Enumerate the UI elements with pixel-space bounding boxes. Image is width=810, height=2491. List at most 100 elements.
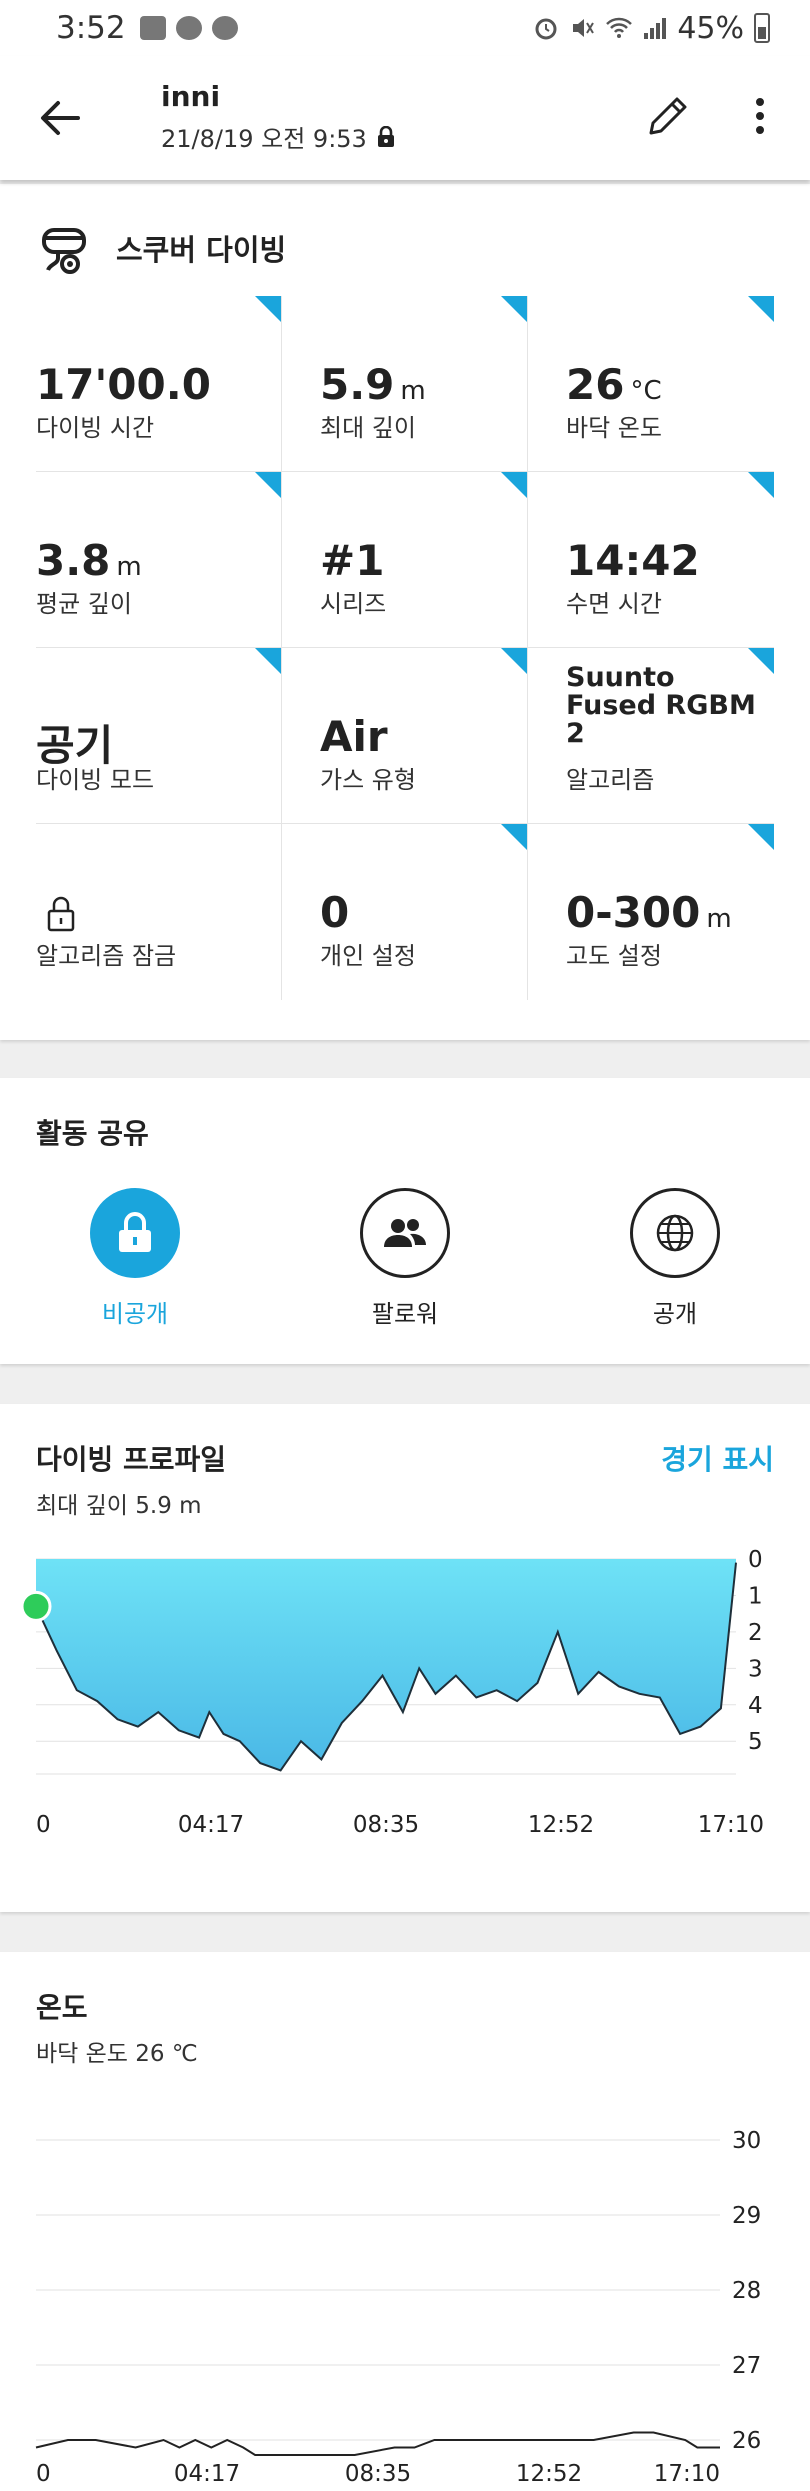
profile-subtitle: 최대 깊이 5.9 m bbox=[36, 1493, 202, 1519]
battery-level: 45% bbox=[677, 10, 744, 46]
y-tick-label: 2 bbox=[748, 1620, 763, 1646]
corner-marker bbox=[255, 648, 281, 674]
stat-unit: m bbox=[400, 376, 426, 406]
share-private-button[interactable] bbox=[90, 1188, 180, 1278]
user-name: inni bbox=[161, 80, 221, 113]
corner-marker bbox=[255, 472, 281, 498]
y-tick-label: 1 bbox=[748, 1583, 763, 1609]
dive-profile-card: 다이빙 프로파일 경기 표시 최대 깊이 5.9 m 0 1 2 3 4 5 0 04:17… bbox=[0, 1404, 810, 1912]
corner-marker bbox=[748, 296, 774, 322]
y-tick-label: 0 bbox=[748, 1547, 763, 1573]
corner-marker bbox=[748, 824, 774, 850]
y-tick-label: 30 bbox=[732, 2128, 761, 2154]
stat-label: 최대 깊이 bbox=[320, 414, 416, 442]
share-followers-option[interactable]: 팔로워 bbox=[325, 1188, 485, 1329]
corner-marker bbox=[501, 472, 527, 498]
x-tick-label: 0 bbox=[36, 2461, 51, 2487]
stat-gas-type[interactable]: Air 가스 유형 bbox=[282, 648, 528, 824]
alarm-icon bbox=[535, 18, 557, 40]
system-icons: 45% bbox=[533, 11, 770, 46]
gallery-icon bbox=[139, 16, 166, 40]
corner-marker bbox=[501, 296, 527, 322]
stat-label: 개인 설정 bbox=[320, 942, 416, 970]
y-tick-label: 5 bbox=[748, 1729, 763, 1755]
temperature-chart[interactable]: 30 29 28 27 26 0 04:17 08:35 12:52 17:10 bbox=[0, 2071, 810, 2491]
stat-label: 시리즈 bbox=[320, 590, 387, 618]
share-title: 활동 공유 bbox=[36, 1117, 149, 1150]
stat-label: 알고리즘 잠금 bbox=[36, 942, 177, 970]
globe-icon bbox=[656, 1214, 694, 1252]
stat-value: 17'00.0 bbox=[36, 360, 211, 409]
dive-summary-card: 스쿠버 다이빙 17'00.0 다이빙 시간 5.9 m 최대 깊이 26 °C 바… bbox=[0, 184, 810, 1040]
share-private-label: 비공개 bbox=[101, 1300, 169, 1328]
y-tick-label: 27 bbox=[732, 2353, 761, 2379]
dive-profile-chart[interactable]: 0 1 2 3 4 5 0 04:17 08:35 12:52 17:10 bbox=[0, 1532, 810, 1912]
stat-label: 바닥 온도 bbox=[566, 414, 662, 442]
share-activity-card: 활동 공유 비공개 팔로워 공개 bbox=[0, 1078, 810, 1364]
stat-value: Air bbox=[320, 712, 388, 761]
x-tick-label: 12:52 bbox=[528, 1812, 594, 1838]
activity-type: 스쿠버 다이빙 bbox=[36, 220, 286, 276]
depth-area bbox=[36, 1559, 736, 1771]
edit-button[interactable] bbox=[640, 88, 696, 144]
stat-label: 다이빙 모드 bbox=[36, 766, 155, 794]
app-bar: inni 21/8/19 오전 9:53 bbox=[0, 56, 810, 180]
back-button[interactable] bbox=[36, 94, 84, 142]
share-private-option[interactable]: 비공개 bbox=[55, 1188, 215, 1329]
stat-avg-depth[interactable]: 3.8 m 평균 깊이 bbox=[36, 472, 282, 648]
y-tick-label: 3 bbox=[748, 1656, 763, 1682]
more-options-button[interactable] bbox=[740, 88, 780, 144]
signal-icon bbox=[644, 18, 667, 39]
stat-value: 5.9 bbox=[320, 360, 395, 409]
stat-dive-mode[interactable]: 공기 다이빙 모드 bbox=[36, 648, 282, 824]
pencil-icon bbox=[649, 97, 687, 135]
stat-label: 평균 깊이 bbox=[36, 590, 132, 618]
corner-marker bbox=[501, 824, 527, 850]
y-tick-label: 26 bbox=[732, 2428, 761, 2454]
notification-icons bbox=[139, 16, 238, 40]
stat-value: 0-300 bbox=[566, 888, 701, 937]
x-tick-label: 08:35 bbox=[353, 1812, 419, 1838]
stat-max-depth[interactable]: 5.9 m 최대 깊이 bbox=[282, 296, 528, 472]
stat-label: 다이빙 시간 bbox=[36, 414, 155, 442]
share-followers-label: 팔로워 bbox=[371, 1300, 439, 1328]
stat-label: 수면 시간 bbox=[566, 590, 662, 618]
position-marker[interactable] bbox=[20, 1590, 52, 1622]
stat-value: 14:42 bbox=[566, 536, 700, 585]
stat-altitude-setting[interactable]: 0-300 m 고도 설정 bbox=[528, 824, 774, 1000]
stat-unit: m bbox=[116, 552, 142, 582]
padlock-icon bbox=[47, 896, 75, 932]
stat-algorithm[interactable]: Suunto Fused RGBM 2 알고리즘 bbox=[528, 648, 774, 824]
stat-unit: m bbox=[706, 904, 732, 934]
y-tick-label: 29 bbox=[732, 2203, 761, 2229]
stat-label: 고도 설정 bbox=[566, 942, 662, 970]
stat-value: #1 bbox=[320, 536, 385, 585]
x-tick-label: 17:10 bbox=[654, 2461, 720, 2487]
x-tick-label: 12:52 bbox=[516, 2461, 582, 2487]
talk-icon bbox=[175, 16, 202, 40]
battery-icon bbox=[754, 13, 770, 43]
share-followers-button[interactable] bbox=[360, 1188, 450, 1278]
arrow-left-icon bbox=[41, 101, 80, 135]
stat-value: Suunto Fused RGBM 2 bbox=[566, 662, 756, 749]
stat-personal-setting[interactable]: 0 개인 설정 bbox=[282, 824, 528, 1000]
temperature-subtitle: 바닥 온도 26 ℃ bbox=[36, 2041, 198, 2067]
temperature-card: 온도 바닥 온도 26 ℃ 30 29 28 27 26 0 04:17 08:35 12:5… bbox=[0, 1952, 810, 2491]
corner-marker bbox=[255, 296, 281, 322]
status-bar: 3:52 45% bbox=[0, 0, 810, 56]
mute-icon bbox=[573, 19, 595, 37]
share-public-option[interactable]: 공개 bbox=[595, 1188, 755, 1329]
share-public-button[interactable] bbox=[630, 1188, 720, 1278]
temperature-title: 온도 bbox=[36, 1991, 88, 2024]
stat-series[interactable]: #1 시리즈 bbox=[282, 472, 528, 648]
show-workout-link[interactable]: 경기 표시 bbox=[661, 1438, 774, 1478]
stat-label: 가스 유형 bbox=[320, 766, 416, 794]
x-tick-label: 04:17 bbox=[174, 2461, 240, 2487]
stat-dive-time[interactable]: 17'00.0 다이빙 시간 bbox=[36, 296, 282, 472]
temperature-line bbox=[35, 2431, 720, 2456]
more-vertical-icon bbox=[756, 98, 764, 134]
stat-surface-time[interactable]: 14:42 수면 시간 bbox=[528, 472, 774, 648]
stat-algorithm-lock[interactable]: 알고리즘 잠금 bbox=[36, 824, 282, 1000]
stat-bottom-temp[interactable]: 26 °C 바닥 온도 bbox=[528, 296, 774, 472]
corner-marker bbox=[501, 648, 527, 674]
